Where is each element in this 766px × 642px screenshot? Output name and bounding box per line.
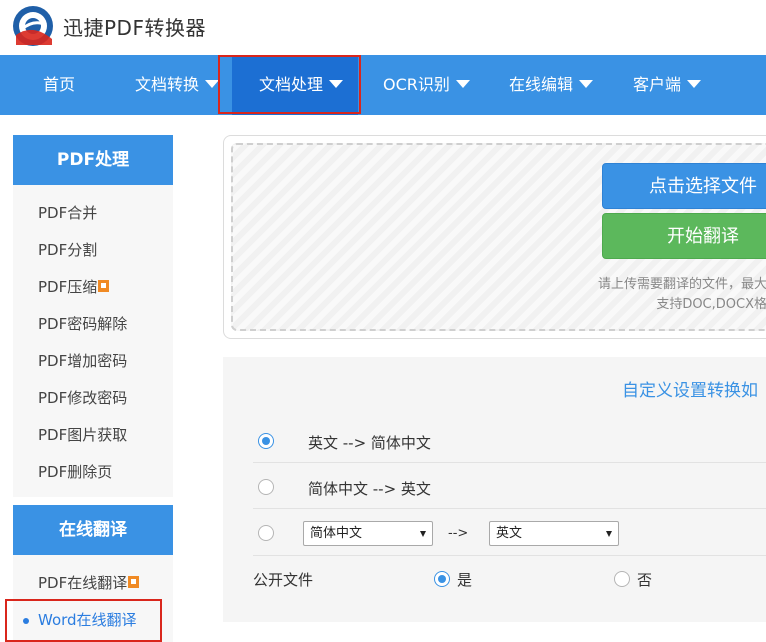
hot-badge-icon: [98, 279, 110, 292]
sidebar-item-pdf-extract-images[interactable]: PDF图片获取: [13, 417, 173, 454]
sidebar-item-label: PDF合并: [38, 204, 98, 222]
sidebar-item-label: PDF分割: [38, 241, 98, 259]
chevron-down-icon: [687, 80, 702, 88]
sidebar-pdf-heading: PDF处理: [13, 135, 173, 185]
language-arrow: -->: [448, 526, 469, 541]
target-language-select[interactable]: 英文: [489, 521, 619, 546]
option-zh-to-en-label[interactable]: 简体中文 --> 英文: [308, 478, 431, 499]
sidebar: PDF处理 PDF合并 PDF分割 PDF压缩 PDF密码解除 PDF增加密码 …: [13, 135, 173, 642]
divider: [253, 462, 766, 463]
radio-zh-to-en[interactable]: [258, 479, 274, 495]
nav-ocr-label: OCR识别: [383, 75, 450, 94]
sidebar-item-label: Word在线翻译: [38, 611, 137, 629]
radio-public-yes[interactable]: [434, 571, 450, 587]
app-logo-icon[interactable]: [12, 5, 54, 47]
sidebar-item-word-translate[interactable]: Word在线翻译: [13, 602, 173, 639]
divider: [253, 508, 766, 509]
chevron-down-icon: [420, 531, 426, 537]
settings-title: 自定义设置转换如: [622, 381, 758, 401]
sidebar-item-pdf-delete-pages[interactable]: PDF删除页: [13, 454, 173, 491]
public-file-label: 公开文件: [253, 571, 314, 589]
upload-hint-line1: 请上传需要翻译的文件，最大支: [597, 277, 766, 292]
radio-en-to-zh[interactable]: [258, 433, 274, 449]
option-en-to-zh-label[interactable]: 英文 --> 简体中文: [308, 432, 431, 453]
select-file-button[interactable]: 点击选择文件: [602, 163, 766, 209]
nav-client-label: 客户端: [633, 75, 682, 94]
sidebar-translate-heading: 在线翻译: [13, 505, 173, 555]
hot-badge-icon: [128, 575, 140, 588]
sidebar-pdf-list: PDF合并 PDF分割 PDF压缩 PDF密码解除 PDF增加密码 PDF修改密…: [13, 185, 173, 497]
sidebar-item-pdf-remove-password[interactable]: PDF密码解除: [13, 306, 173, 343]
sidebar-item-label: PDF删除页: [38, 463, 113, 481]
start-translate-button[interactable]: 开始翻译: [602, 213, 766, 259]
nav-doc-process-label: 文档处理: [259, 75, 324, 94]
sidebar-item-label: PDF压缩: [38, 278, 98, 296]
nav-doc-convert[interactable]: 文档转换: [135, 55, 220, 115]
chevron-down-icon: [606, 531, 612, 537]
nav-doc-convert-label: 文档转换: [135, 75, 200, 94]
nav-ocr[interactable]: OCR识别: [383, 55, 470, 115]
sidebar-item-label: PDF在线翻译: [38, 574, 128, 592]
sidebar-item-pdf-add-password[interactable]: PDF增加密码: [13, 343, 173, 380]
sidebar-item-pdf-split[interactable]: PDF分割: [13, 232, 173, 269]
nav-home[interactable]: 首页: [43, 55, 75, 115]
sidebar-item-pdf-compress[interactable]: PDF压缩: [13, 269, 173, 306]
radio-public-no[interactable]: [614, 571, 630, 587]
sidebar-item-pdf-translate[interactable]: PDF在线翻译: [13, 565, 173, 602]
sidebar-translate-list: PDF在线翻译 Word在线翻译: [13, 555, 173, 642]
sidebar-item-label: PDF密码解除: [38, 315, 128, 333]
main-nav: 首页 文档转换 文档处理 OCR识别 在线编辑 客户端: [0, 55, 766, 115]
nav-online-edit-label: 在线编辑: [509, 75, 574, 94]
source-language-value: 简体中文: [310, 526, 363, 541]
radio-custom-languages[interactable]: [258, 525, 274, 541]
nav-doc-process[interactable]: 文档处理: [232, 55, 358, 115]
sidebar-item-pdf-change-password[interactable]: PDF修改密码: [13, 380, 173, 417]
chevron-down-icon: [205, 80, 220, 88]
sidebar-item-label: PDF增加密码: [38, 352, 128, 370]
upload-hint-line2: 支持DOC,DOCX格式: [656, 297, 766, 312]
source-language-select[interactable]: 简体中文: [303, 521, 433, 546]
sidebar-item-label: PDF图片获取: [38, 426, 128, 444]
bullet-icon: [23, 618, 29, 624]
public-yes-label[interactable]: 是: [457, 569, 472, 590]
nav-online-edit[interactable]: 在线编辑: [509, 55, 594, 115]
app-title[interactable]: 迅捷PDF转换器: [63, 12, 206, 41]
sidebar-item-pdf-merge[interactable]: PDF合并: [13, 195, 173, 232]
nav-home-label: 首页: [43, 75, 76, 94]
app-header: 迅捷PDF转换器: [0, 0, 766, 55]
public-no-label[interactable]: 否: [637, 569, 652, 590]
nav-client[interactable]: 客户端: [633, 55, 702, 115]
chevron-down-icon: [455, 80, 470, 88]
sidebar-item-label: PDF修改密码: [38, 389, 128, 407]
chevron-down-icon: [579, 80, 594, 88]
chevron-down-icon: [329, 80, 344, 88]
target-language-value: 英文: [496, 526, 523, 541]
divider: [253, 555, 766, 556]
